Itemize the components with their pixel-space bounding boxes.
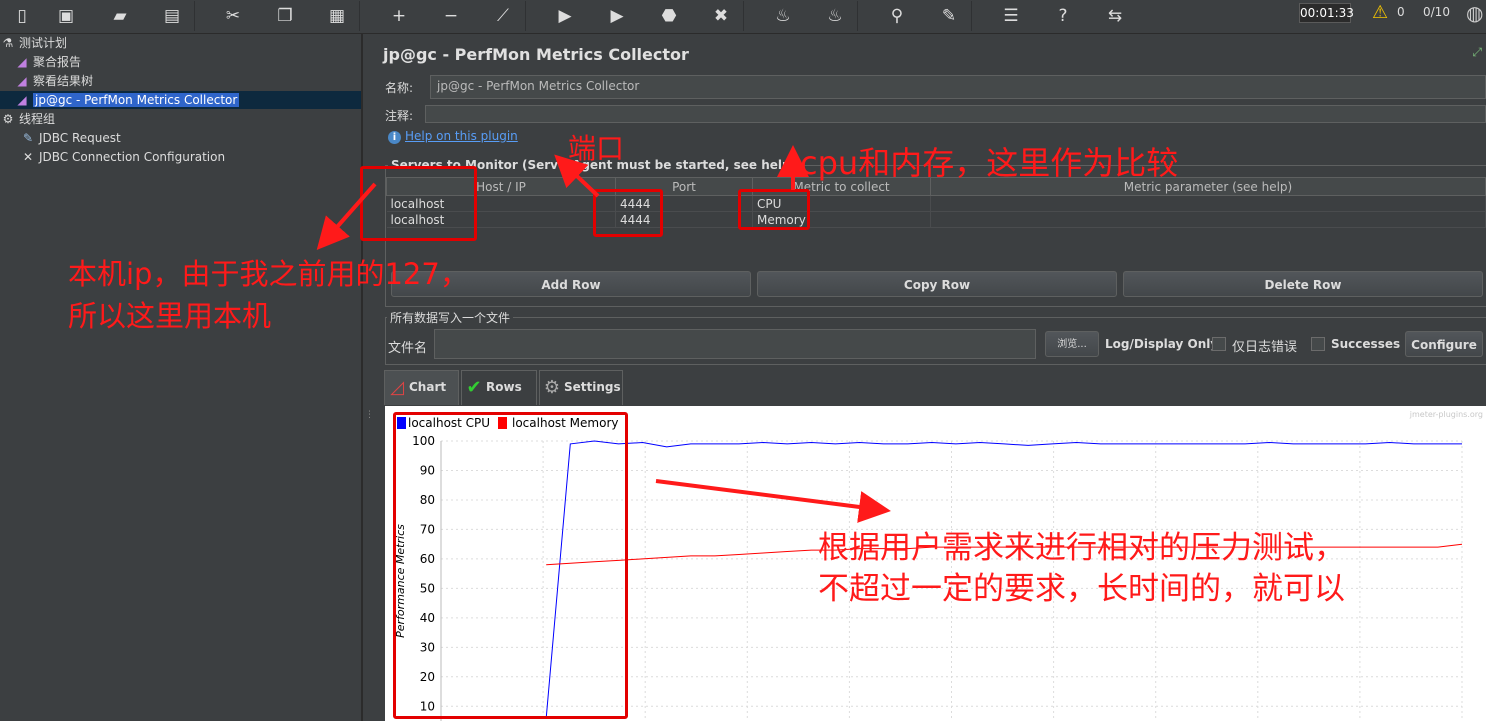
annotation-arrow-port [554, 154, 600, 198]
annotation-arrow-chart [655, 479, 891, 523]
annotation-arrows [316, 145, 891, 523]
annotation-arrow-host [316, 182, 377, 250]
